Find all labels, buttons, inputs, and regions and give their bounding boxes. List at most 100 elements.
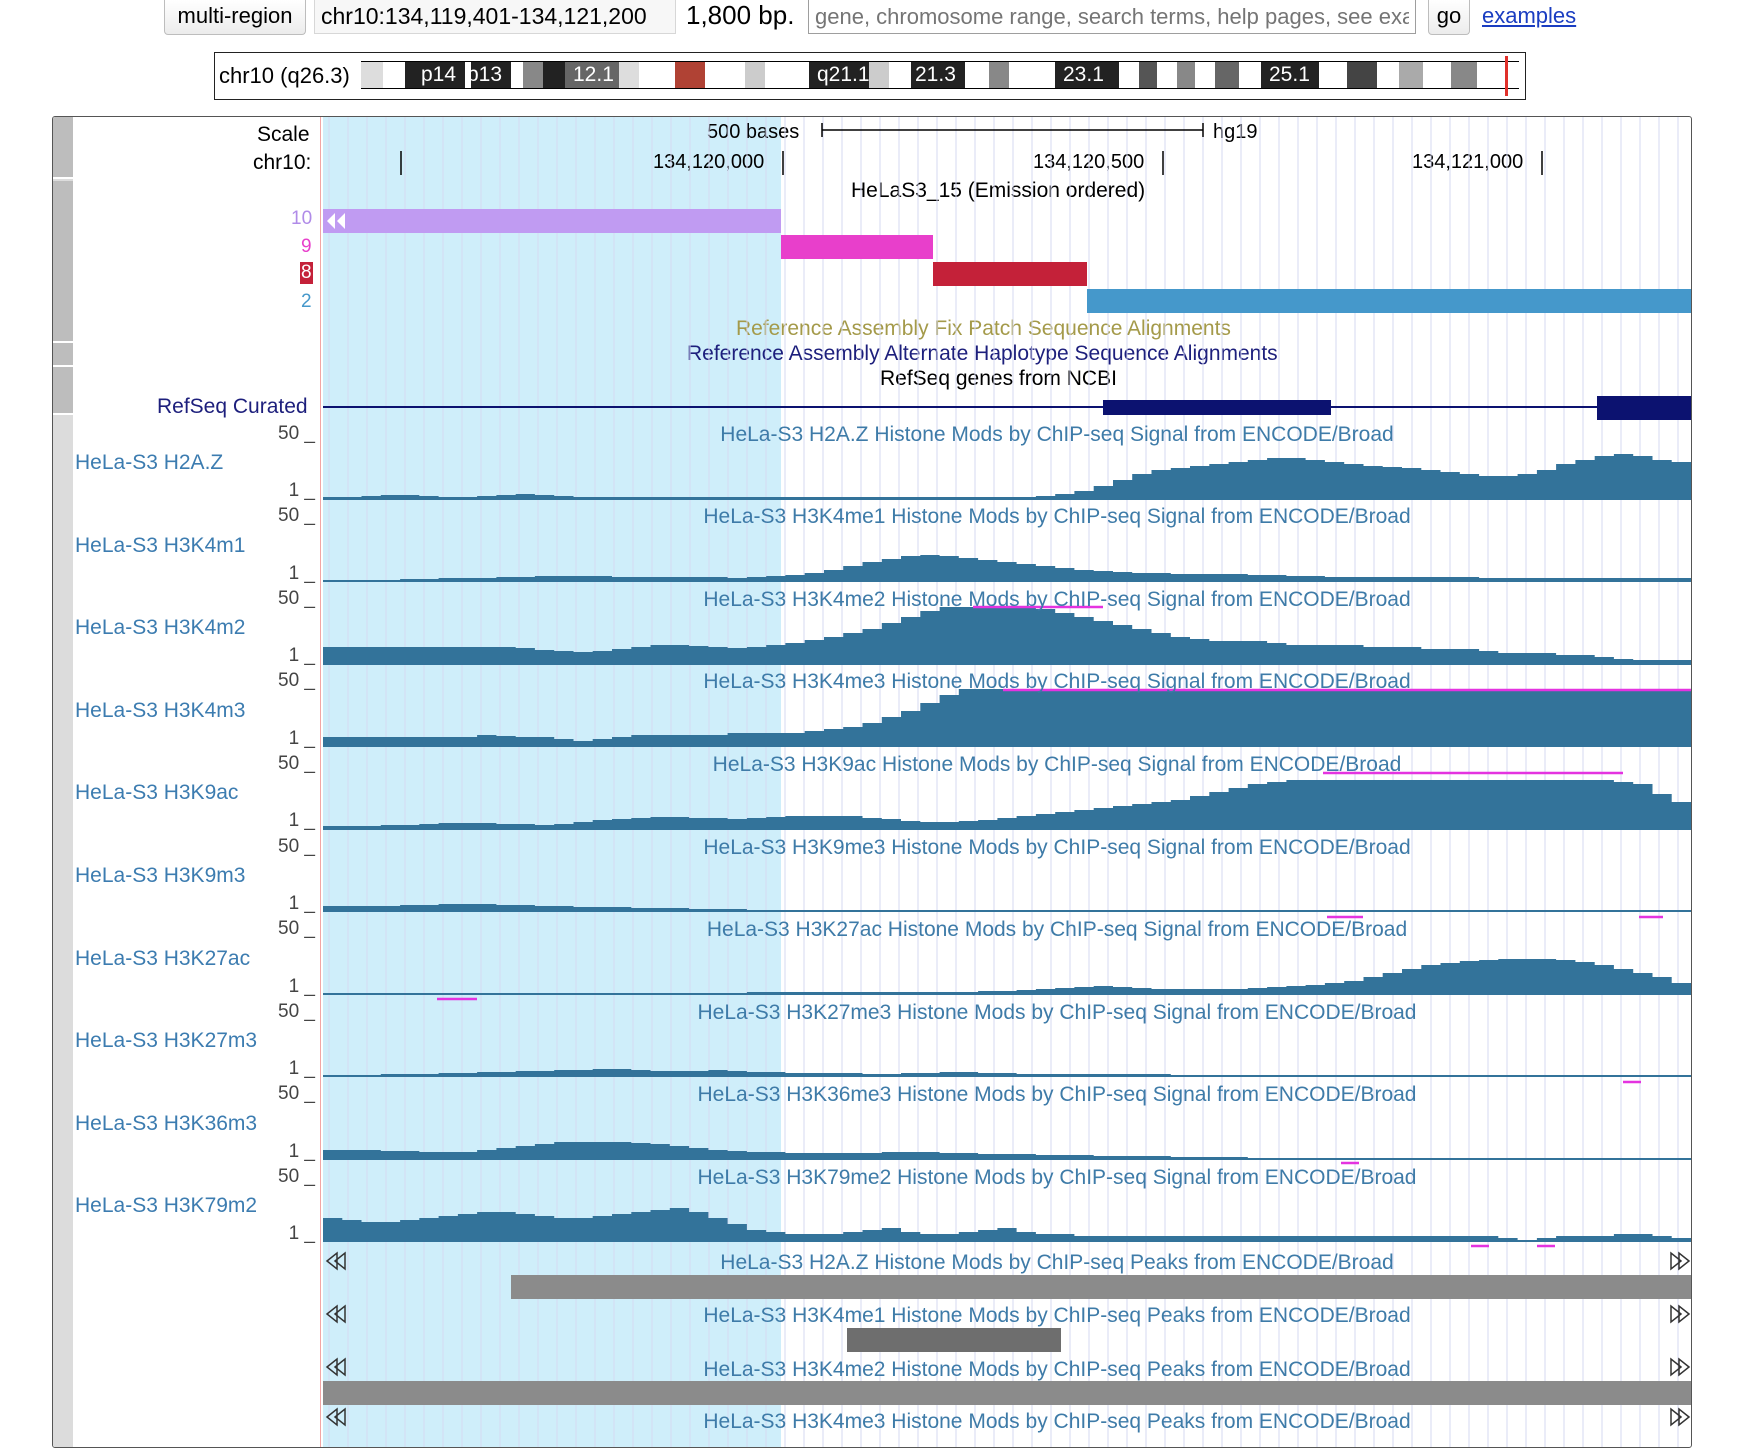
- go-button[interactable]: go: [1428, 0, 1470, 35]
- ideogram-band: [1157, 61, 1177, 89]
- ideogram-band: [1239, 61, 1261, 89]
- ideogram-band: [1119, 61, 1139, 89]
- signal-graph: [323, 689, 1691, 747]
- signal-track-title: HeLa-S3 H3K36me3 Histone Mods by ChIP-se…: [697, 1083, 1417, 1106]
- track-button-ruler[interactable]: [53, 117, 73, 179]
- peak-track-title: HeLa-S3 H3K4me3 Histone Mods by ChIP-seq…: [703, 1410, 1411, 1433]
- chromosome-ideogram[interactable]: chr10 (q26.3) p14 p13 12.1 q21.1 21.3 23…: [214, 52, 1526, 100]
- track-label-h3k27ac[interactable]: HeLa-S3 H3K27ac: [75, 947, 250, 971]
- axis-max-label: 50 _: [278, 670, 315, 691]
- refseq-exon: [1103, 400, 1331, 415]
- ideogram-band: [989, 61, 1009, 89]
- ideogram-band: [675, 61, 705, 89]
- axis-min-label: 1 _: [288, 976, 315, 997]
- signal-track-title: HeLa-S3 H3K4me2 Histone Mods by ChIP-seq…: [703, 588, 1411, 611]
- refseq-track-label[interactable]: RefSeq Curated: [157, 395, 308, 419]
- signal-graph: [323, 780, 1691, 830]
- peak-block: [323, 1381, 1691, 1405]
- ideogram-band: [1377, 61, 1399, 89]
- track-label-h3k36me3[interactable]: HeLa-S3 H3K36m3: [75, 1112, 257, 1136]
- left-arrow-icon: [325, 1251, 346, 1271]
- ideogram-band: [1177, 61, 1195, 89]
- examples-link[interactable]: examples: [1482, 0, 1576, 32]
- axis-max-label: 50 _: [278, 505, 315, 526]
- track-label-h3k9me3[interactable]: HeLa-S3 H3K9m3: [75, 864, 245, 888]
- ideogram-band: [1195, 61, 1215, 89]
- ideogram-band: [1423, 61, 1451, 89]
- signal-track-title: HeLa-S3 H3K79me2 Histone Mods by ChIP-se…: [697, 1166, 1417, 1189]
- right-arrow-icon: [1670, 1407, 1691, 1427]
- ideogram-band: [1139, 61, 1157, 89]
- signal-graph: [323, 1142, 1691, 1160]
- signal-graph: [323, 1208, 1691, 1242]
- signal-graph: [323, 555, 1691, 582]
- track-label-h3k27me3[interactable]: HeLa-S3 H3K27m3: [75, 1029, 257, 1053]
- track-button-refseq[interactable]: [53, 367, 73, 415]
- chromhmm-state-label: 9: [301, 236, 312, 257]
- axis-min-label: 1 _: [288, 810, 315, 831]
- track-button-fix-patch[interactable]: [53, 319, 73, 343]
- peak-track-title: HeLa-S3 H3K4me1 Histone Mods by ChIP-seq…: [703, 1304, 1411, 1327]
- axis-min-label: 1 _: [288, 893, 315, 914]
- signal-track-title: HeLa-S3 H3K4me1 Histone Mods by ChIP-seq…: [703, 505, 1411, 528]
- right-arrow-icon: [1670, 1357, 1691, 1377]
- track-label-h3k4me1[interactable]: HeLa-S3 H3K4m1: [75, 534, 245, 558]
- ideogram-band: [511, 61, 523, 89]
- track-button-gutter: [53, 117, 73, 1447]
- band-label: p14: [421, 63, 457, 86]
- ideogram-band: [1319, 61, 1347, 89]
- axis-max-label: 50 _: [278, 1083, 315, 1104]
- axis-max-label: 50 _: [278, 588, 315, 609]
- signal-track-title: HeLa-S3 H3K9me3 Histone Mods by ChIP-seq…: [703, 836, 1411, 859]
- signal-graph: [323, 904, 1691, 912]
- left-arrow-icon: [325, 1357, 346, 1377]
- track-label-h3k79me2[interactable]: HeLa-S3 H3K79m2: [75, 1194, 257, 1218]
- signal-track-title: HeLa-S3 H3K27me3 Histone Mods by ChIP-se…: [697, 1001, 1417, 1024]
- axis-max-label: 50 _: [278, 1166, 315, 1187]
- browser-panel: Scale chr10: 500 bases hg19 134,120,000 …: [52, 116, 1692, 1448]
- multi-region-button[interactable]: multi-region: [164, 0, 306, 35]
- chrom-label: chr10:: [253, 151, 312, 174]
- signal-graph: [323, 454, 1691, 500]
- peak-block: [847, 1328, 1061, 1352]
- band-label: p13: [467, 63, 503, 86]
- ideogram-band: [639, 61, 675, 89]
- left-arrow-icon: [325, 1407, 346, 1427]
- right-arrow-icon: [1670, 1304, 1691, 1324]
- ideogram-band: [965, 61, 989, 89]
- ideogram-band: [523, 61, 543, 89]
- signal-track-title: HeLa-S3 H3K9ac Histone Mods by ChIP-seq …: [712, 753, 1402, 776]
- axis-max-label: 50 _: [278, 836, 315, 857]
- region-size: 1,800 bp.: [686, 0, 795, 30]
- chromhmm-state-label: 8: [300, 262, 313, 284]
- scale-label: Scale: [257, 123, 310, 146]
- track-label-h3k4me2[interactable]: HeLa-S3 H3K4m2: [75, 616, 245, 640]
- chromhmm-block: [781, 235, 933, 259]
- ideogram-band: [383, 61, 405, 89]
- band-label: 25.1: [1269, 63, 1310, 86]
- axis-max-label: 50 _: [278, 423, 315, 444]
- peak-block: [511, 1275, 1691, 1299]
- signal-track-title: HeLa-S3 H3K27ac Histone Mods by ChIP-seq…: [706, 918, 1408, 941]
- search-input[interactable]: [808, 0, 1416, 34]
- track-button-alt-haplotype[interactable]: [53, 343, 73, 367]
- signal-graph: [323, 1069, 1691, 1077]
- ideogram-band: [1009, 61, 1055, 89]
- track-label-h3k9ac[interactable]: HeLa-S3 H3K9ac: [75, 781, 238, 805]
- tracks-svg: [323, 117, 1691, 1447]
- signal-track-title: HeLa-S3 H3K4me3 Histone Mods by ChIP-seq…: [703, 670, 1411, 693]
- position-display[interactable]: chr10:134,119,401-134,121,200: [314, 0, 676, 34]
- track-label-h2az[interactable]: HeLa-S3 H2A.Z: [75, 451, 223, 475]
- ideogram-band: [1399, 61, 1423, 89]
- chromhmm-state-label: 10: [291, 208, 313, 229]
- band-label: 12.1: [573, 63, 614, 86]
- track-label-h3k4me3[interactable]: HeLa-S3 H3K4m3: [75, 699, 245, 723]
- ideogram-band: [361, 61, 383, 89]
- plot-area[interactable]: [323, 117, 1691, 1447]
- axis-min-label: 1 _: [288, 563, 315, 584]
- band-label: 21.3: [915, 63, 956, 86]
- ideogram-band: [1477, 61, 1519, 89]
- axis-min-label: 1 _: [288, 1141, 315, 1162]
- axis-min-label: 1 _: [288, 1223, 315, 1244]
- ideogram-band: [705, 61, 745, 89]
